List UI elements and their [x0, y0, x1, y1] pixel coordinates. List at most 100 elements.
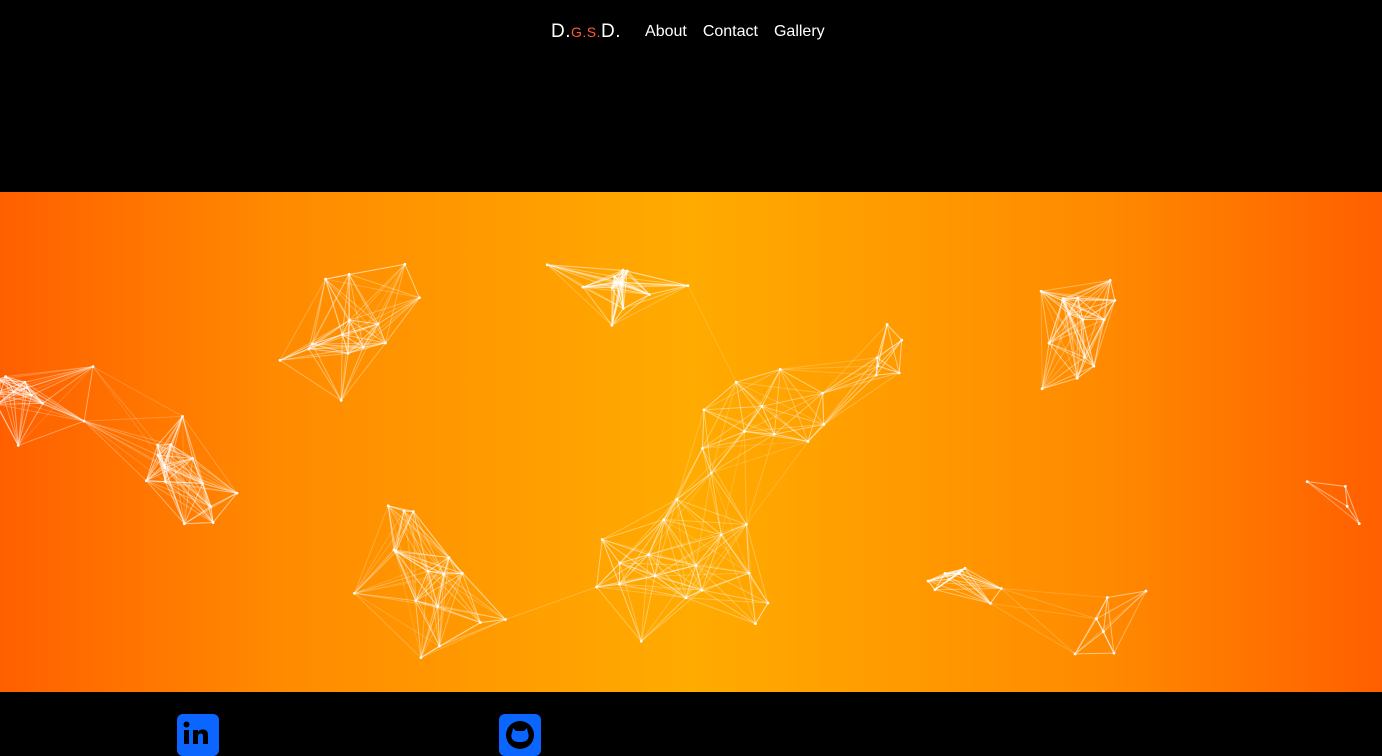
mesh-node	[30, 394, 33, 397]
mesh-node	[1083, 356, 1086, 359]
mesh-line	[280, 360, 341, 400]
mesh-node	[754, 622, 757, 625]
mesh-node	[442, 573, 445, 576]
mesh-node	[1068, 312, 1071, 315]
nav-link-gallery[interactable]: Gallery	[774, 23, 825, 41]
mesh-node	[685, 596, 688, 599]
brand-logo[interactable]: D.G.S.D.	[551, 21, 621, 43]
mesh-node	[876, 365, 879, 368]
mesh-node	[420, 656, 423, 659]
mesh-node	[448, 556, 451, 559]
mesh-line	[1042, 320, 1104, 389]
mesh-node	[41, 402, 44, 405]
mesh-node	[761, 405, 764, 408]
mesh-node	[687, 284, 690, 287]
linkedin-link[interactable]	[177, 714, 219, 756]
mesh-node	[348, 319, 351, 322]
mesh-line	[84, 421, 165, 482]
mesh-node	[807, 440, 810, 443]
mesh-node	[701, 447, 704, 450]
mesh-node	[209, 505, 212, 508]
mesh-line	[602, 540, 620, 564]
mesh-line	[1001, 589, 1107, 598]
mesh-line	[1041, 291, 1049, 343]
mesh-node	[1344, 485, 1347, 488]
mesh-node	[341, 333, 344, 336]
mesh-node	[92, 365, 95, 368]
mesh-line	[702, 535, 722, 590]
mesh-node	[675, 498, 678, 501]
mesh-node	[886, 323, 889, 326]
mesh-node	[1145, 590, 1148, 593]
mesh-node	[546, 263, 549, 266]
mesh-line	[597, 540, 603, 587]
github-link[interactable]	[499, 714, 541, 756]
mesh-node	[4, 375, 7, 378]
mesh-line	[363, 264, 405, 347]
mesh-node	[582, 286, 585, 289]
nav-link-about[interactable]: About	[645, 23, 687, 41]
mesh-node	[948, 578, 951, 581]
mesh-node	[201, 482, 204, 485]
mesh-node	[461, 572, 464, 575]
mesh-node	[960, 569, 963, 572]
mesh-node	[12, 391, 15, 394]
mesh-node	[1000, 587, 1003, 590]
mesh-node	[1346, 505, 1349, 508]
mesh-node	[324, 278, 327, 281]
linkedin-icon	[177, 714, 219, 756]
mesh-lines	[0, 264, 1359, 657]
mesh-node	[957, 572, 960, 575]
mesh-line	[354, 506, 388, 593]
mesh-line	[935, 589, 1001, 590]
mesh-node	[619, 281, 622, 284]
mesh-node	[927, 580, 930, 583]
mesh-line	[808, 358, 877, 442]
particle-network-graphic	[0, 192, 1382, 692]
mesh-node	[412, 510, 415, 513]
mesh-node	[735, 381, 738, 384]
mesh-node	[601, 538, 604, 541]
mesh-node	[1081, 318, 1084, 321]
mesh-line	[1063, 280, 1110, 298]
mesh-line	[755, 603, 768, 624]
mesh-line	[444, 573, 463, 574]
mesh-node	[595, 586, 598, 589]
github-icon	[499, 714, 541, 756]
mesh-node	[403, 263, 406, 266]
mesh-node	[438, 645, 441, 648]
mesh-node	[710, 472, 713, 475]
footer	[0, 692, 1382, 740]
mesh-node	[900, 339, 903, 342]
mesh-node	[340, 399, 343, 402]
mesh-node	[662, 518, 665, 521]
mesh-line	[405, 264, 420, 297]
mesh-line	[688, 286, 736, 383]
mesh-node	[235, 492, 238, 495]
mesh-line	[780, 369, 822, 393]
mesh-node	[377, 322, 380, 325]
mesh-node	[156, 454, 159, 457]
mesh-node	[169, 443, 172, 446]
mesh-node	[387, 504, 390, 507]
mesh-node	[614, 281, 617, 284]
mesh-line	[711, 473, 746, 524]
mesh-node	[393, 549, 396, 552]
mesh-line	[1077, 298, 1078, 378]
mesh-line	[746, 434, 774, 524]
mesh-line	[18, 421, 84, 445]
mesh-line	[93, 367, 158, 445]
mesh-node	[618, 583, 621, 586]
mesh-line	[213, 493, 237, 522]
mesh-node	[703, 408, 706, 411]
mesh-line	[505, 587, 596, 620]
mesh-line	[704, 406, 762, 409]
mesh-node	[348, 273, 351, 276]
mesh-line	[990, 603, 1096, 618]
mesh-line	[312, 279, 325, 344]
mesh-node	[181, 415, 184, 418]
mesh-node	[934, 588, 937, 591]
mesh-line	[462, 573, 480, 622]
header-bar: D.G.S.D. About Contact Gallery	[0, 0, 1382, 192]
nav-link-contact[interactable]: Contact	[703, 23, 758, 41]
